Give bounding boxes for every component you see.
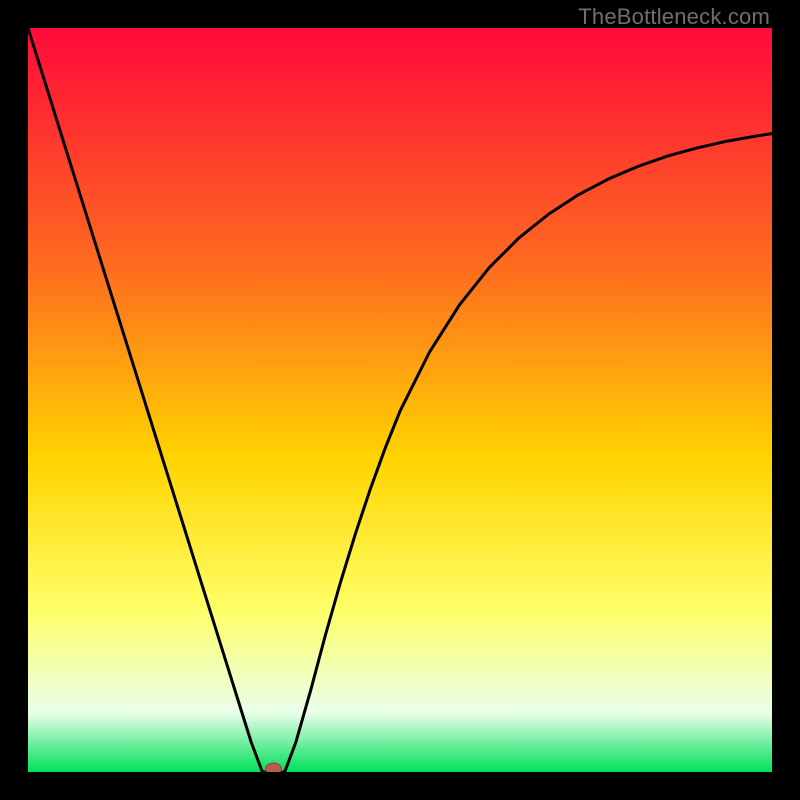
bottleneck-chart xyxy=(28,28,772,772)
gradient-background xyxy=(28,28,772,772)
watermark-text: TheBottleneck.com xyxy=(578,4,770,30)
plot-frame xyxy=(28,28,772,772)
optimal-point-marker xyxy=(266,763,282,772)
